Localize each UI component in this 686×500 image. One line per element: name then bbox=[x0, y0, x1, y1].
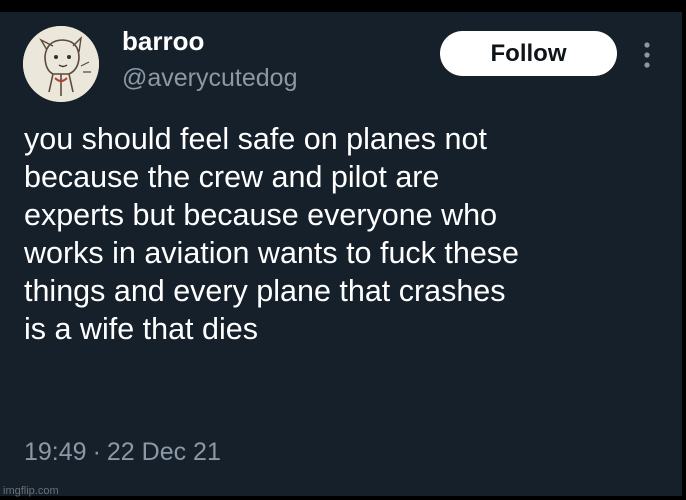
tweet-time: 19:49 bbox=[24, 438, 87, 466]
tweet-text-line: experts but because everyone who bbox=[24, 198, 498, 232]
imgflip-watermark: imgflip.com bbox=[3, 485, 59, 497]
follow-button[interactable]: Follow bbox=[440, 31, 617, 76]
screenshot-frame: barroo @averycutedog Follow you should f… bbox=[0, 0, 686, 500]
tweet-text-line: things and every plane that crashes bbox=[24, 274, 506, 308]
tweet-text: you should feel safe on planes not becau… bbox=[24, 120, 674, 348]
tweet-text-line: because the crew and pilot are bbox=[24, 160, 440, 194]
tweet-date: 22 Dec 21 bbox=[106, 438, 221, 466]
tweet-timestamp[interactable]: 19:49 · 22 Dec 21 bbox=[24, 437, 221, 467]
tweet-text-line: is a wife that dies bbox=[24, 312, 258, 346]
tweet-card: barroo @averycutedog Follow you should f… bbox=[0, 12, 682, 496]
tweet-text-line: works in aviation wants to fuck these bbox=[24, 236, 520, 270]
meta-separator: · bbox=[92, 438, 101, 466]
avatar-drawing bbox=[23, 26, 99, 102]
more-vertical-icon bbox=[644, 42, 650, 68]
display-name[interactable]: barroo bbox=[122, 26, 204, 56]
user-handle[interactable]: @averycutedog bbox=[122, 63, 297, 93]
avatar[interactable] bbox=[23, 26, 99, 102]
tweet-text-line: you should feel safe on planes not bbox=[24, 122, 487, 156]
more-options-button[interactable] bbox=[636, 38, 658, 72]
